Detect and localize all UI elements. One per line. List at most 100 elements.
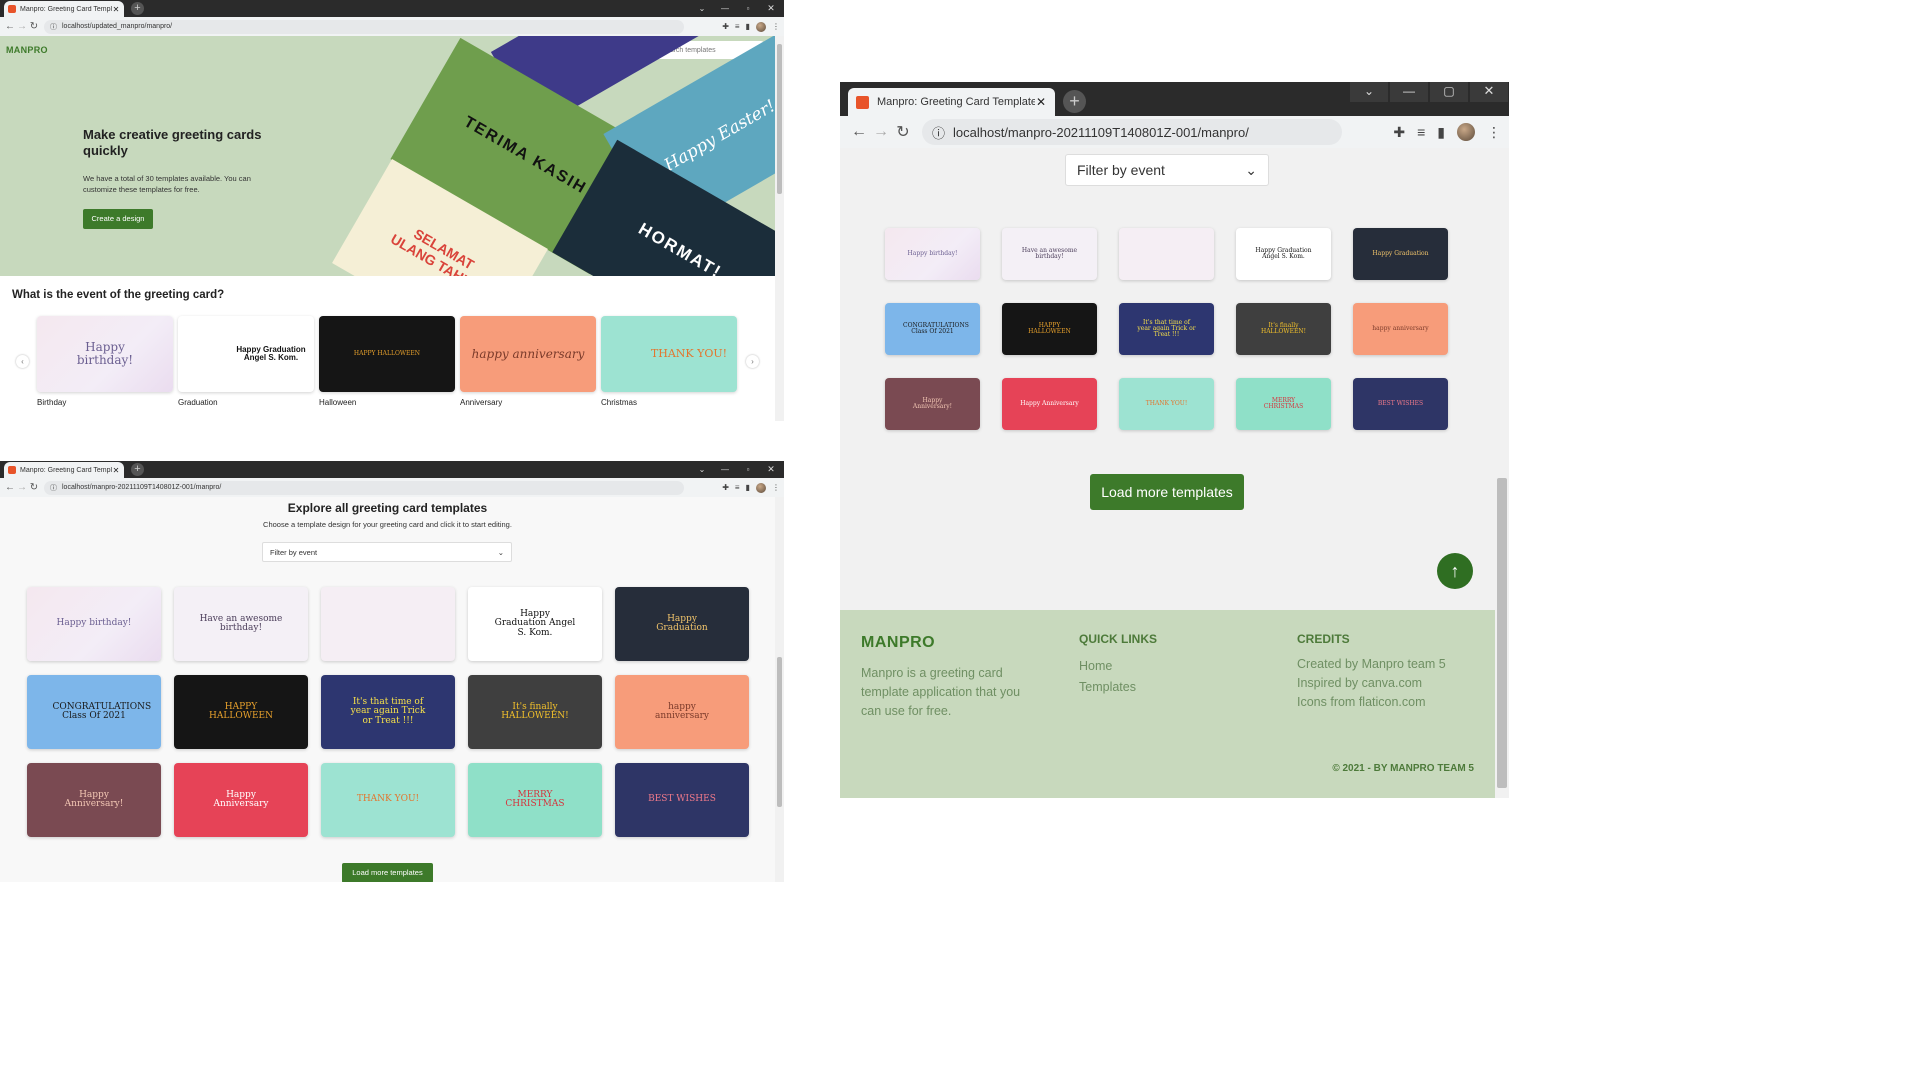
template-card[interactable]: It's that time of year again Trick or Tr… bbox=[1119, 303, 1214, 355]
template-card[interactable]: MERRY CHRISTMAS bbox=[468, 763, 602, 837]
template-card[interactable]: Happy Graduation Angel S. Kom. bbox=[468, 587, 602, 661]
reading-list-icon[interactable]: ≡ bbox=[735, 22, 740, 31]
event-label-christmas[interactable]: Christmas bbox=[601, 398, 637, 407]
avatar[interactable] bbox=[1457, 123, 1475, 141]
extensions-icon[interactable]: ✚ bbox=[1393, 124, 1405, 141]
scrollbar-thumb[interactable] bbox=[777, 657, 782, 807]
close-window-icon[interactable]: ✕ bbox=[762, 461, 780, 478]
footer-link-home[interactable]: Home bbox=[1079, 659, 1112, 673]
event-label-halloween[interactable]: Halloween bbox=[319, 398, 356, 407]
carousel-prev-icon[interactable]: ‹ bbox=[16, 355, 29, 368]
tab-search-icon[interactable]: ⌄ bbox=[693, 0, 711, 17]
tab-search-icon[interactable]: ⌄ bbox=[1350, 82, 1388, 102]
forward-icon[interactable]: → bbox=[16, 21, 28, 32]
template-card[interactable]: CONGRATULATIONS Class Of 2021 bbox=[27, 675, 161, 749]
template-card[interactable]: It's that time of year again Trick or Tr… bbox=[321, 675, 455, 749]
new-tab-icon[interactable]: + bbox=[131, 463, 144, 476]
template-card[interactable] bbox=[1119, 228, 1214, 280]
browser-tab[interactable]: Manpro: Greeting Card Template ✕ bbox=[848, 88, 1055, 116]
reading-list-icon[interactable]: ≡ bbox=[735, 483, 740, 492]
filter-select[interactable]: Filter by event ⌄ bbox=[262, 542, 512, 562]
close-tab-icon[interactable]: ✕ bbox=[1035, 95, 1047, 109]
site-logo[interactable]: MANPRO bbox=[6, 45, 48, 55]
event-card-halloween[interactable]: HAPPY HALLOWEEN bbox=[319, 316, 455, 392]
filter-select[interactable]: Filter by event ⌄ bbox=[1065, 154, 1269, 186]
template-card[interactable]: Have an awesome birthday! bbox=[1002, 228, 1097, 280]
template-card[interactable]: Happy Graduation bbox=[615, 587, 749, 661]
maximize-icon[interactable]: ▫ bbox=[739, 0, 757, 17]
reload-icon[interactable]: ↻ bbox=[28, 482, 40, 493]
menu-icon[interactable]: ⋮ bbox=[772, 22, 780, 31]
side-panel-icon[interactable]: ▮ bbox=[746, 22, 750, 31]
template-card[interactable]: HAPPY HALLOWEEN bbox=[174, 675, 308, 749]
template-card[interactable]: It's finally HALLOWEEN! bbox=[1236, 303, 1331, 355]
template-card[interactable]: MERRY CHRISTMAS bbox=[1236, 378, 1331, 430]
forward-icon[interactable]: → bbox=[870, 123, 892, 141]
template-card[interactable]: Happy Anniversary bbox=[1002, 378, 1097, 430]
template-card[interactable]: BEST WISHES bbox=[615, 763, 749, 837]
template-card[interactable]: Happy Graduation Angel S. Kom. bbox=[1236, 228, 1331, 280]
minimize-icon[interactable]: — bbox=[1390, 82, 1428, 102]
load-more-button[interactable]: Load more templates bbox=[342, 863, 433, 882]
forward-icon[interactable]: → bbox=[16, 482, 28, 493]
minimize-icon[interactable]: — bbox=[716, 0, 734, 17]
extensions-icon[interactable]: ✚ bbox=[722, 22, 729, 31]
event-label-anniversary[interactable]: Anniversary bbox=[460, 398, 502, 407]
carousel-next-icon[interactable]: › bbox=[746, 355, 759, 368]
event-card-anniversary[interactable]: happy anniversary bbox=[460, 316, 596, 392]
back-icon[interactable]: ← bbox=[848, 123, 870, 141]
reload-icon[interactable]: ↻ bbox=[892, 122, 914, 142]
maximize-icon[interactable]: ▫ bbox=[739, 461, 757, 478]
menu-icon[interactable]: ⋮ bbox=[1487, 124, 1501, 141]
template-card[interactable]: Happy Anniversary! bbox=[27, 763, 161, 837]
back-to-top-button[interactable]: ↑ bbox=[1437, 553, 1473, 589]
event-card-christmas[interactable]: THANK YOU! bbox=[601, 316, 737, 392]
page-scrollbar[interactable] bbox=[1495, 148, 1509, 798]
template-card[interactable]: Happy Graduation bbox=[1353, 228, 1448, 280]
back-icon[interactable]: ← bbox=[4, 21, 16, 32]
scrollbar-thumb[interactable] bbox=[1497, 478, 1507, 788]
close-window-icon[interactable]: ✕ bbox=[1470, 82, 1508, 102]
template-card[interactable] bbox=[321, 587, 455, 661]
new-tab-icon[interactable]: + bbox=[131, 2, 144, 15]
side-panel-icon[interactable]: ▮ bbox=[1437, 124, 1445, 141]
page-scrollbar[interactable] bbox=[775, 497, 784, 882]
menu-icon[interactable]: ⋮ bbox=[772, 483, 780, 492]
template-card[interactable]: Have an awesome birthday! bbox=[174, 587, 308, 661]
load-more-button[interactable]: Load more templates bbox=[1090, 474, 1244, 510]
template-card[interactable]: It's finally HALLOWEEN! bbox=[468, 675, 602, 749]
url-field[interactable]: ⓘ localhost/manpro-20211109T140801Z-001/… bbox=[922, 119, 1342, 145]
url-field[interactable]: ⓘ localhost/manpro-20211109T140801Z-001/… bbox=[44, 480, 684, 495]
url-field[interactable]: ⓘ localhost/updated_manpro/manpro/ bbox=[44, 19, 684, 34]
close-tab-icon[interactable]: ✕ bbox=[112, 466, 120, 475]
avatar[interactable] bbox=[756, 482, 766, 493]
template-card[interactable]: Happy Anniversary bbox=[174, 763, 308, 837]
tab-search-icon[interactable]: ⌄ bbox=[693, 461, 711, 478]
create-design-button[interactable]: Create a design bbox=[83, 209, 153, 229]
extensions-icon[interactable]: ✚ bbox=[722, 483, 729, 492]
event-card-birthday[interactable]: Happy birthday! bbox=[37, 316, 173, 392]
new-tab-icon[interactable]: + bbox=[1063, 90, 1086, 113]
reload-icon[interactable]: ↻ bbox=[28, 21, 40, 32]
back-icon[interactable]: ← bbox=[4, 482, 16, 493]
maximize-icon[interactable]: ▢ bbox=[1430, 82, 1468, 102]
template-card[interactable]: happy anniversary bbox=[615, 675, 749, 749]
template-card[interactable]: Happy birthday! bbox=[27, 587, 161, 661]
browser-tab[interactable]: Manpro: Greeting Card Template ✕ bbox=[4, 462, 124, 478]
event-label-graduation[interactable]: Graduation bbox=[178, 398, 218, 407]
template-card[interactable]: happy anniversary bbox=[1353, 303, 1448, 355]
close-window-icon[interactable]: ✕ bbox=[762, 0, 780, 17]
template-card[interactable]: THANK YOU! bbox=[321, 763, 455, 837]
reading-list-icon[interactable]: ≡ bbox=[1417, 124, 1425, 140]
template-card[interactable]: THANK YOU! bbox=[1119, 378, 1214, 430]
template-card[interactable]: CONGRATULATIONS Class Of 2021 bbox=[885, 303, 980, 355]
footer-link-templates[interactable]: Templates bbox=[1079, 680, 1136, 694]
close-tab-icon[interactable]: ✕ bbox=[112, 5, 120, 14]
footer-logo[interactable]: MANPRO bbox=[861, 634, 935, 652]
event-label-birthday[interactable]: Birthday bbox=[37, 398, 66, 407]
browser-tab[interactable]: Manpro: Greeting Card Template ✕ bbox=[4, 1, 124, 17]
side-panel-icon[interactable]: ▮ bbox=[746, 483, 750, 492]
minimize-icon[interactable]: — bbox=[716, 461, 734, 478]
page-scrollbar[interactable] bbox=[775, 36, 784, 421]
template-card[interactable]: HAPPY HALLOWEEN bbox=[1002, 303, 1097, 355]
